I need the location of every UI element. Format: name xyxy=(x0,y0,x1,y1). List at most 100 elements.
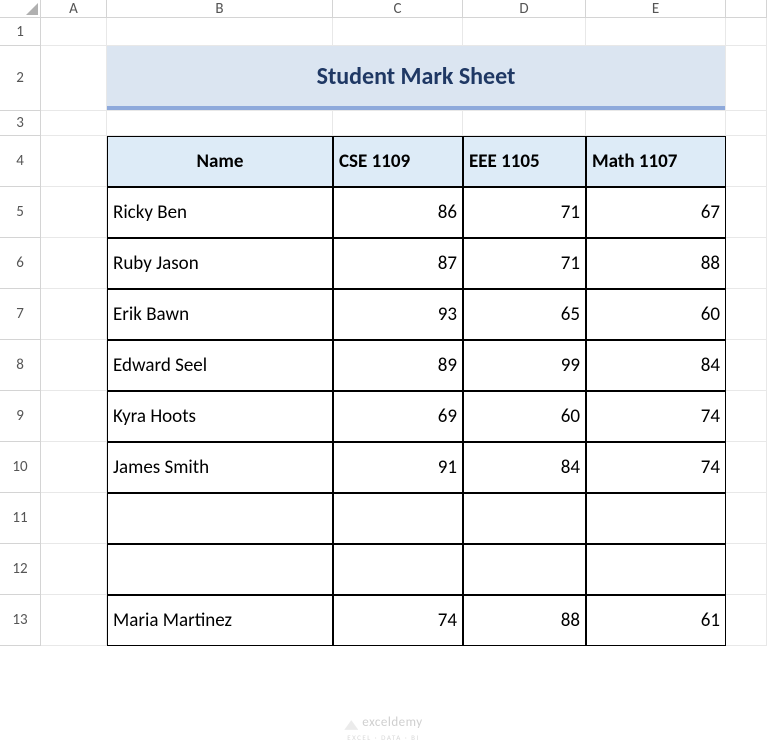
table-row[interactable]: 84 xyxy=(586,340,726,391)
cell-F8[interactable] xyxy=(726,340,767,391)
cell-F3[interactable] xyxy=(726,111,767,136)
row-header-3[interactable]: 3 xyxy=(0,111,41,136)
cell-D3[interactable] xyxy=(463,111,586,136)
table-row[interactable]: 60 xyxy=(463,391,586,442)
cell-F6[interactable] xyxy=(726,238,767,289)
table-row[interactable]: 67 xyxy=(586,187,726,238)
table-header-math[interactable]: Math 1107 xyxy=(586,136,726,187)
cell-F4[interactable] xyxy=(726,136,767,187)
table-row[interactable]: 84 xyxy=(463,442,586,493)
cell-F5[interactable] xyxy=(726,187,767,238)
row-header-9[interactable]: 9 xyxy=(0,391,41,442)
table-row[interactable] xyxy=(463,544,586,595)
table-header-cse[interactable]: CSE 1109 xyxy=(333,136,463,187)
col-header-A[interactable]: A xyxy=(41,0,107,18)
col-header-B[interactable]: B xyxy=(107,0,333,18)
cell-A13[interactable] xyxy=(41,595,107,646)
table-row[interactable]: 61 xyxy=(586,595,726,646)
cell-E3[interactable] xyxy=(586,111,726,136)
cell-B3[interactable] xyxy=(107,111,333,136)
table-row[interactable]: 65 xyxy=(463,289,586,340)
row-header-8[interactable]: 8 xyxy=(0,340,41,391)
watermark-text: exceldemy xyxy=(362,715,422,730)
cell-F10[interactable] xyxy=(726,442,767,493)
spreadsheet-grid: A B C D E 1 2 Student Mark Sheet 3 4 Nam… xyxy=(0,0,767,646)
table-row[interactable]: 74 xyxy=(333,595,463,646)
table-row[interactable]: 88 xyxy=(463,595,586,646)
cell-A7[interactable] xyxy=(41,289,107,340)
cell-A4[interactable] xyxy=(41,136,107,187)
table-row[interactable]: 71 xyxy=(463,238,586,289)
table-row[interactable]: 69 xyxy=(333,391,463,442)
table-row[interactable]: Edward Seel xyxy=(107,340,333,391)
table-row[interactable]: 60 xyxy=(586,289,726,340)
row-header-13[interactable]: 13 xyxy=(0,595,41,646)
cell-F13[interactable] xyxy=(726,595,767,646)
table-row[interactable]: 74 xyxy=(586,391,726,442)
table-row[interactable]: 93 xyxy=(333,289,463,340)
cell-A5[interactable] xyxy=(41,187,107,238)
table-row[interactable] xyxy=(586,493,726,544)
table-row[interactable]: 74 xyxy=(586,442,726,493)
cell-B1[interactable] xyxy=(107,18,333,46)
col-header-E[interactable]: E xyxy=(586,0,726,18)
cell-A3[interactable] xyxy=(41,111,107,136)
table-row[interactable]: 89 xyxy=(333,340,463,391)
col-header-next[interactable] xyxy=(726,0,767,18)
table-row[interactable]: 87 xyxy=(333,238,463,289)
cell-E1[interactable] xyxy=(586,18,726,46)
cell-A10[interactable] xyxy=(41,442,107,493)
table-row[interactable] xyxy=(586,544,726,595)
cell-C1[interactable] xyxy=(333,18,463,46)
sheet-title[interactable]: Student Mark Sheet xyxy=(107,46,725,110)
table-row[interactable]: James Smith xyxy=(107,442,333,493)
cell-A11[interactable] xyxy=(41,493,107,544)
logo-icon xyxy=(344,716,358,730)
col-header-D[interactable]: D xyxy=(463,0,586,18)
row-header-2[interactable]: 2 xyxy=(0,46,41,111)
row-header-1[interactable]: 1 xyxy=(0,18,41,46)
cell-A9[interactable] xyxy=(41,391,107,442)
row-header-4[interactable]: 4 xyxy=(0,136,41,187)
table-row[interactable]: Erik Bawn xyxy=(107,289,333,340)
select-all-corner[interactable] xyxy=(0,0,41,18)
table-row[interactable]: 91 xyxy=(333,442,463,493)
cell-A8[interactable] xyxy=(41,340,107,391)
cell-A12[interactable] xyxy=(41,544,107,595)
cell-F9[interactable] xyxy=(726,391,767,442)
cell-A2[interactable] xyxy=(41,46,107,111)
table-row[interactable] xyxy=(333,493,463,544)
cell-F11[interactable] xyxy=(726,493,767,544)
row-header-6[interactable]: 6 xyxy=(0,238,41,289)
table-row[interactable]: 86 xyxy=(333,187,463,238)
cell-D1[interactable] xyxy=(463,18,586,46)
table-header-eee[interactable]: EEE 1105 xyxy=(463,136,586,187)
table-row[interactable] xyxy=(107,493,333,544)
cell-F1[interactable] xyxy=(726,18,767,46)
row-header-10[interactable]: 10 xyxy=(0,442,41,493)
table-row[interactable]: Ruby Jason xyxy=(107,238,333,289)
cell-A1[interactable] xyxy=(41,18,107,46)
watermark-brand: exceldemy xyxy=(0,715,767,730)
table-row[interactable]: 99 xyxy=(463,340,586,391)
row-header-11[interactable]: 11 xyxy=(0,493,41,544)
table-row[interactable] xyxy=(107,544,333,595)
row-header-5[interactable]: 5 xyxy=(0,187,41,238)
table-header-name[interactable]: Name xyxy=(107,136,333,187)
watermark-tagline: EXCEL · DATA · BI xyxy=(0,733,767,742)
table-row[interactable] xyxy=(333,544,463,595)
table-row[interactable]: 71 xyxy=(463,187,586,238)
table-row[interactable]: 88 xyxy=(586,238,726,289)
row-header-12[interactable]: 12 xyxy=(0,544,41,595)
cell-F12[interactable] xyxy=(726,544,767,595)
table-row[interactable]: Ricky Ben xyxy=(107,187,333,238)
table-row[interactable]: Kyra Hoots xyxy=(107,391,333,442)
cell-F7[interactable] xyxy=(726,289,767,340)
cell-F2[interactable] xyxy=(726,46,767,111)
cell-C3[interactable] xyxy=(333,111,463,136)
col-header-C[interactable]: C xyxy=(333,0,463,18)
table-row[interactable] xyxy=(463,493,586,544)
table-row[interactable]: Maria Martinez xyxy=(107,595,333,646)
cell-A6[interactable] xyxy=(41,238,107,289)
row-header-7[interactable]: 7 xyxy=(0,289,41,340)
